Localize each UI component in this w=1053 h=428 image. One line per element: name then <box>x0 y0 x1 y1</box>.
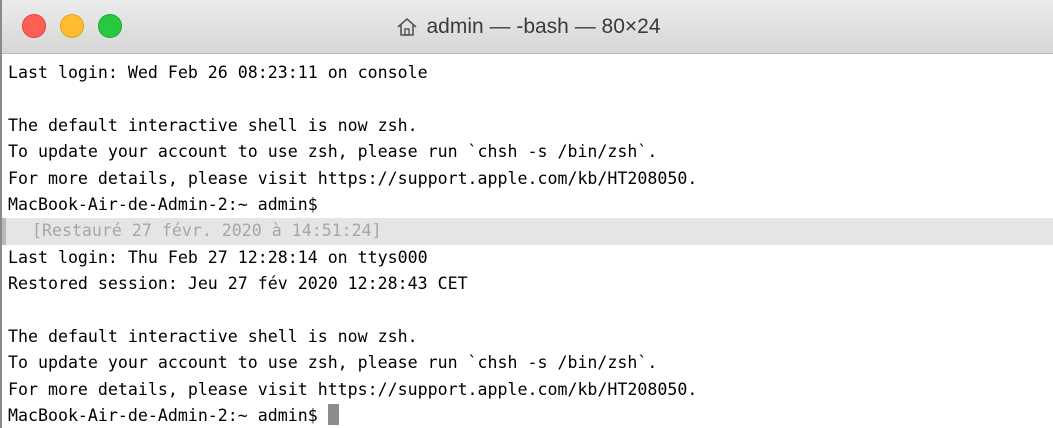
text-cursor <box>327 404 339 426</box>
window-title: admin — -bash — 80×24 <box>426 15 661 38</box>
restore-marker-text <box>12 221 32 240</box>
title-bar[interactable]: admin — -bash — 80×24 <box>2 0 1053 54</box>
terminal-prompt-line: MacBook-Air-de-Admin-2:~ admin$ <box>8 194 318 214</box>
terminal-line: Restored session: Jeu 27 fév 2020 12:28:… <box>8 274 468 294</box>
window-title-container: admin — -bash — 80×24 <box>2 0 1053 54</box>
terminal-window: admin — -bash — 80×24 Last login: Wed Fe… <box>0 0 1053 428</box>
terminal-line: To update your account to use zsh, pleas… <box>8 353 658 373</box>
terminal-content[interactable]: Last login: Wed Feb 26 08:23:11 on conso… <box>2 60 1053 428</box>
terminal-line: To update your account to use zsh, pleas… <box>8 142 658 162</box>
terminal-line: The default interactive shell is now zsh… <box>8 115 418 135</box>
prompt-text: MacBook-Air-de-Admin-2:~ admin$ <box>8 406 328 426</box>
restore-marker-label: [Restauré 27 févr. 2020 à 14:51:24] <box>31 221 382 241</box>
terminal-prompt-line-active[interactable]: MacBook-Air-de-Admin-2:~ admin$ <box>8 403 1053 428</box>
restore-marker: [Restauré 27 févr. 2020 à 14:51:24] <box>2 218 1053 245</box>
terminal-line: For more details, please visit https://s… <box>8 379 698 399</box>
terminal-line: Last login: Thu Feb 27 12:28:14 on ttys0… <box>8 247 428 267</box>
terminal-line: The default interactive shell is now zsh… <box>8 326 418 346</box>
home-icon <box>396 16 418 38</box>
terminal-line: For more details, please visit https://s… <box>8 168 698 188</box>
terminal-line: Last login: Wed Feb 26 08:23:11 on conso… <box>8 63 428 82</box>
